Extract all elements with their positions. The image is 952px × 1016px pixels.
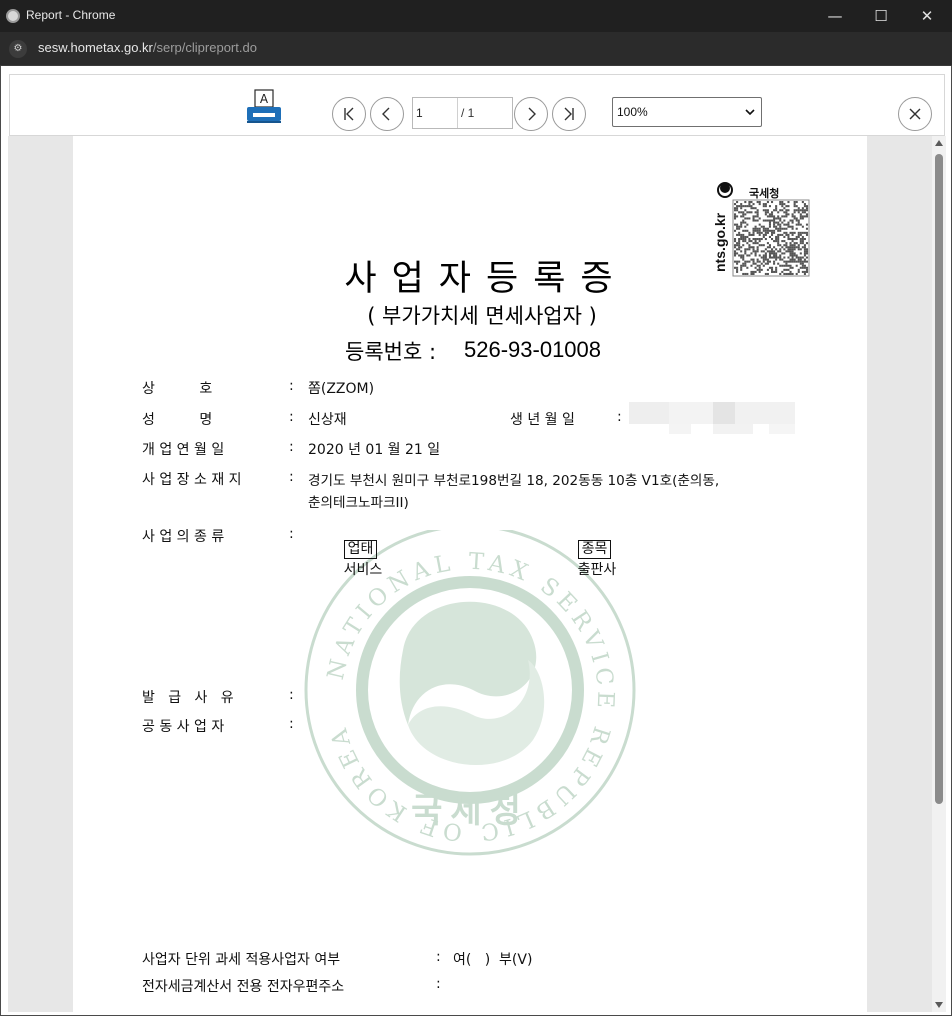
unit-tax-label: 사업자 단위 과세 적용사업자 여부 (142, 952, 341, 968)
next-page-button[interactable] (514, 97, 548, 131)
chevron-right-icon (528, 107, 536, 121)
report-viewport[interactable]: NATIONAL TAX SERVICE REPUBLIC OF KOREA 국… (8, 136, 932, 1012)
page-number-box: / 1 (412, 97, 513, 129)
business-type-row: 업태 서비스 (308, 524, 382, 595)
colon: : (289, 439, 294, 455)
scrollbar-thumb[interactable] (935, 154, 943, 804)
issue-reason-label: 발 급 사 유 (142, 690, 234, 706)
vertical-scrollbar[interactable] (932, 136, 946, 1012)
chrome-icon (6, 9, 20, 23)
trade-name-value: 쫌(ZZOM) (308, 381, 375, 397)
biz-type-value: 서비스 (343, 562, 383, 578)
chevron-left-icon (382, 107, 390, 121)
colon: : (436, 949, 441, 965)
business-address-label: 사 업 장 소 재 지 (142, 472, 242, 488)
colon: : (289, 526, 294, 542)
scroll-up-icon[interactable] (935, 140, 943, 146)
nts-logo-text: 국세청 (749, 186, 779, 200)
business-type-label: 사 업 의 종 류 (142, 529, 225, 545)
maximize-button[interactable]: ☐ (858, 0, 904, 32)
business-item-row: 종목 출판사 (542, 524, 616, 595)
url-path: /serp/clipreport.do (152, 40, 257, 55)
colon: : (289, 409, 294, 425)
colon: : (289, 716, 294, 732)
colon: : (289, 378, 294, 394)
colon: : (289, 469, 294, 485)
tax-invoice-email-label: 전자세금계산서 전용 전자우편주소 (142, 979, 345, 995)
first-page-icon (344, 107, 354, 121)
window-title: Report - Chrome (26, 8, 116, 22)
url-text[interactable]: sesw.hometax.go.kr/serp/clipreport.do (38, 40, 257, 55)
close-icon (909, 108, 921, 120)
biz-item-tag: 종목 (577, 540, 612, 559)
biz-type-tag: 업태 (343, 540, 378, 559)
first-page-button[interactable] (332, 97, 366, 131)
opening-date-value: 2020 년 01 월 21 일 (308, 442, 441, 458)
zoom-select[interactable]: 100% (612, 97, 762, 127)
document-subtitle: ( 부가가치세 면세사업자 ) (367, 304, 597, 328)
colon: : (436, 976, 441, 992)
scroll-down-icon[interactable] (935, 1002, 943, 1008)
site-info-icon[interactable]: ⚙ (9, 40, 27, 58)
total-pages: / 1 (461, 106, 475, 120)
url-host: sesw.hometax.go.kr (38, 40, 153, 55)
owner-name-value: 신상재 (308, 412, 347, 428)
address-bar: ⚙ sesw.hometax.go.kr/serp/clipreport.do (0, 32, 952, 66)
printer-icon: A (247, 89, 281, 123)
birth-date-redacted (629, 402, 795, 434)
birth-date-label: 생 년 월 일 (510, 412, 575, 428)
minimize-button[interactable]: — (812, 0, 858, 32)
owner-name-label: 성 명 (142, 412, 213, 428)
report-page: NATIONAL TAX SERVICE REPUBLIC OF KOREA 국… (73, 136, 867, 1012)
document-title: 사업자등록증 (344, 259, 628, 299)
opening-date-label: 개 업 연 월 일 (142, 442, 225, 458)
unit-tax-value: 여( ) 부(V) (453, 952, 533, 968)
co-owner-label: 공 동 사 업 자 (142, 719, 225, 735)
business-address-line1: 경기도 부천시 원미구 부천로198번길 18, 202동동 10층 V1호(춘… (308, 473, 720, 489)
viewer-toolbar: A / 1 (9, 74, 945, 136)
trade-name-label: 상 호 (142, 381, 213, 397)
chevron-down-icon (745, 109, 755, 116)
business-address-line2: 춘의테크노파크II) (308, 495, 409, 511)
svg-text:A: A (260, 92, 269, 106)
current-page-input[interactable] (413, 98, 458, 128)
last-page-button[interactable] (552, 97, 586, 131)
registration-number: 526-93-01008 (464, 337, 602, 362)
zoom-value: 100% (617, 105, 648, 119)
report-viewer: A / 1 (0, 66, 952, 1016)
close-viewer-button[interactable] (898, 97, 932, 131)
registration-number-label: 등록번호 : (345, 340, 437, 364)
last-page-icon (564, 107, 574, 121)
print-button[interactable]: A (245, 89, 283, 125)
biz-item-value: 출판사 (577, 562, 617, 578)
seal-center-text: 국세청 (411, 791, 529, 831)
close-window-button[interactable]: ✕ (904, 0, 950, 32)
window-titlebar: Report - Chrome — ☐ ✕ (0, 0, 952, 32)
prev-page-button[interactable] (370, 97, 404, 131)
colon: : (289, 687, 294, 703)
colon: : (617, 409, 622, 425)
